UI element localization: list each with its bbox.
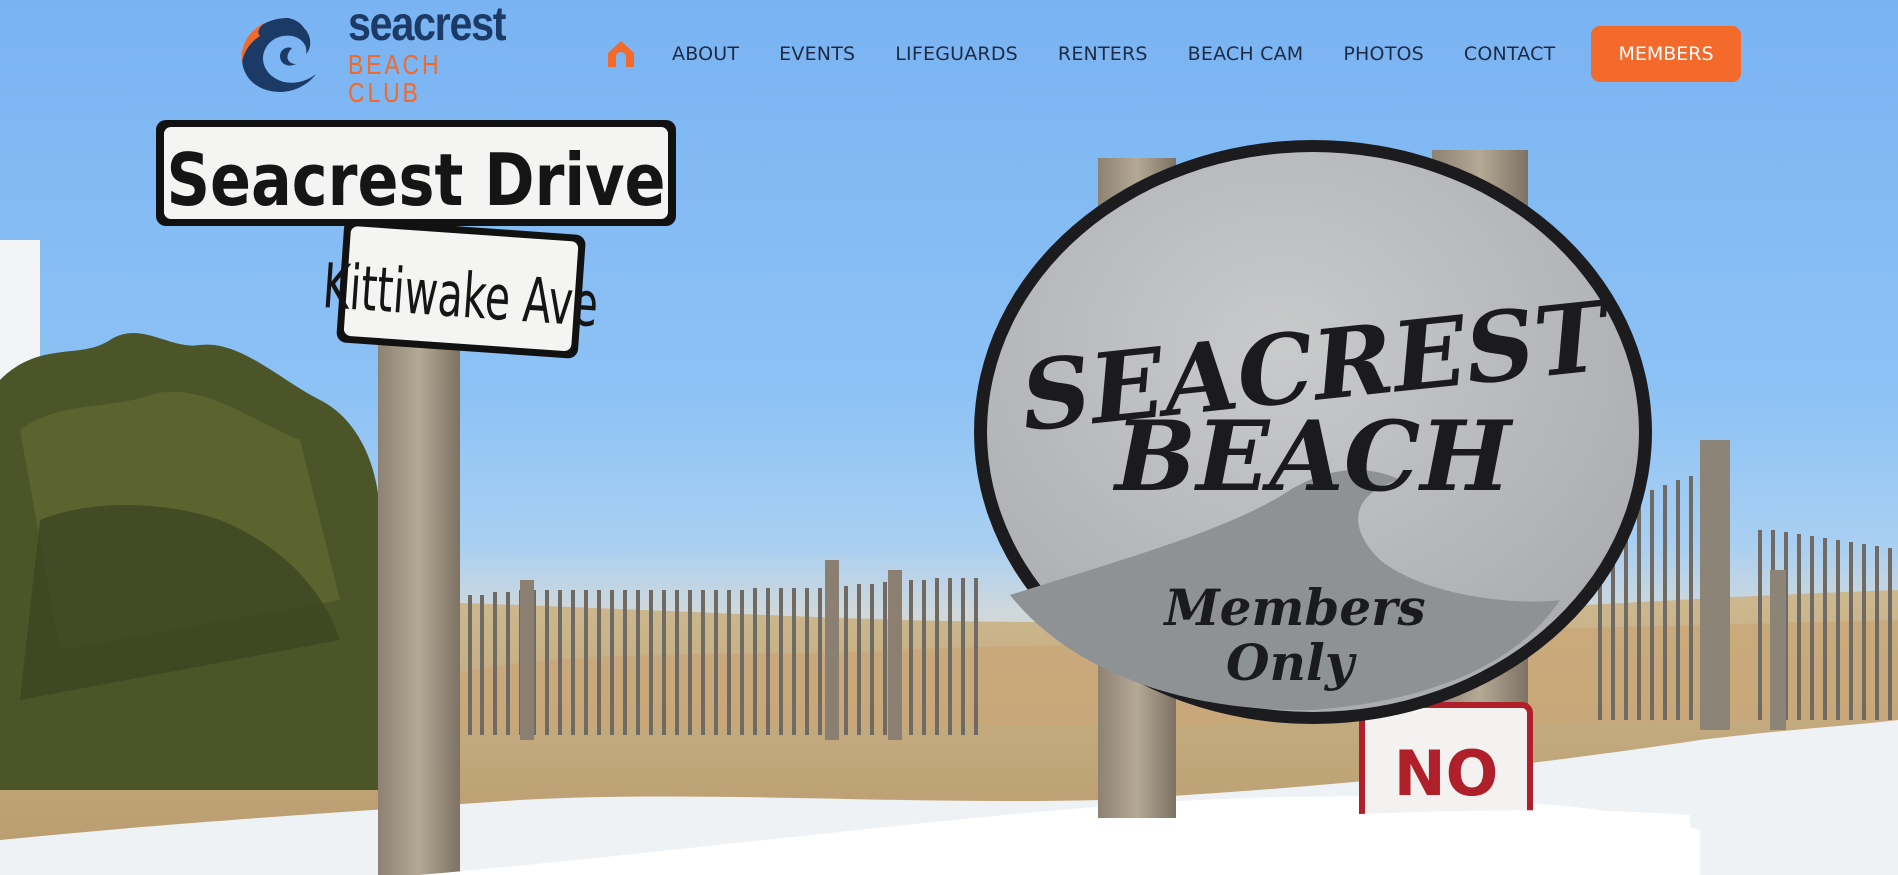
home-link[interactable] (606, 39, 636, 69)
fence-post (1700, 440, 1730, 730)
street-sign-bottom: Kittiwake Ave (321, 219, 600, 359)
home-icon (608, 41, 634, 67)
site-header: seacrest BEACH CLUB ABOUT EVENTS LIFEGUA… (0, 0, 1898, 108)
oval-sign-members-1: Members (1162, 578, 1425, 637)
site-logo[interactable]: seacrest BEACH CLUB (236, 1, 507, 107)
logo-wordmark: seacrest (348, 0, 507, 51)
oval-sign-members-2: Only (1226, 633, 1357, 692)
fence-post (888, 570, 902, 740)
oval-sign-line2: BEACH (1112, 400, 1514, 513)
logo-subtitle: BEACH CLUB (348, 49, 442, 108)
nav-renters[interactable]: RENTERS (1058, 43, 1148, 65)
nav-events[interactable]: EVENTS (779, 43, 855, 65)
street-sign-top-text: Seacrest Drive (166, 138, 665, 222)
hero-photo: Seacrest Drive Kittiwake Ave NO SEACREST… (0, 0, 1898, 875)
evergreen-shrub (0, 333, 380, 790)
main-nav: ABOUT EVENTS LIFEGUARDS RENTERS BEACH CA… (606, 26, 1741, 82)
nav-about[interactable]: ABOUT (672, 43, 739, 65)
nav-lifeguards[interactable]: LIFEGUARDS (895, 43, 1018, 65)
fence-post (825, 560, 839, 740)
members-button[interactable]: MEMBERS (1591, 26, 1741, 82)
beach-scene: Seacrest Drive Kittiwake Ave NO SEACREST… (0, 120, 1898, 875)
nav-photos[interactable]: PHOTOS (1343, 43, 1424, 65)
fence-post (1770, 570, 1786, 730)
street-sign-top: Seacrest Drive (156, 120, 676, 226)
nav-contact[interactable]: CONTACT (1464, 43, 1556, 65)
fence-post (520, 580, 534, 740)
wave-swirl-logo-icon (241, 18, 316, 92)
no-sign-text: NO (1394, 737, 1499, 810)
nav-beach-cam[interactable]: BEACH CAM (1188, 43, 1304, 65)
oval-sign: SEACREST BEACH Members Only (974, 140, 1652, 724)
